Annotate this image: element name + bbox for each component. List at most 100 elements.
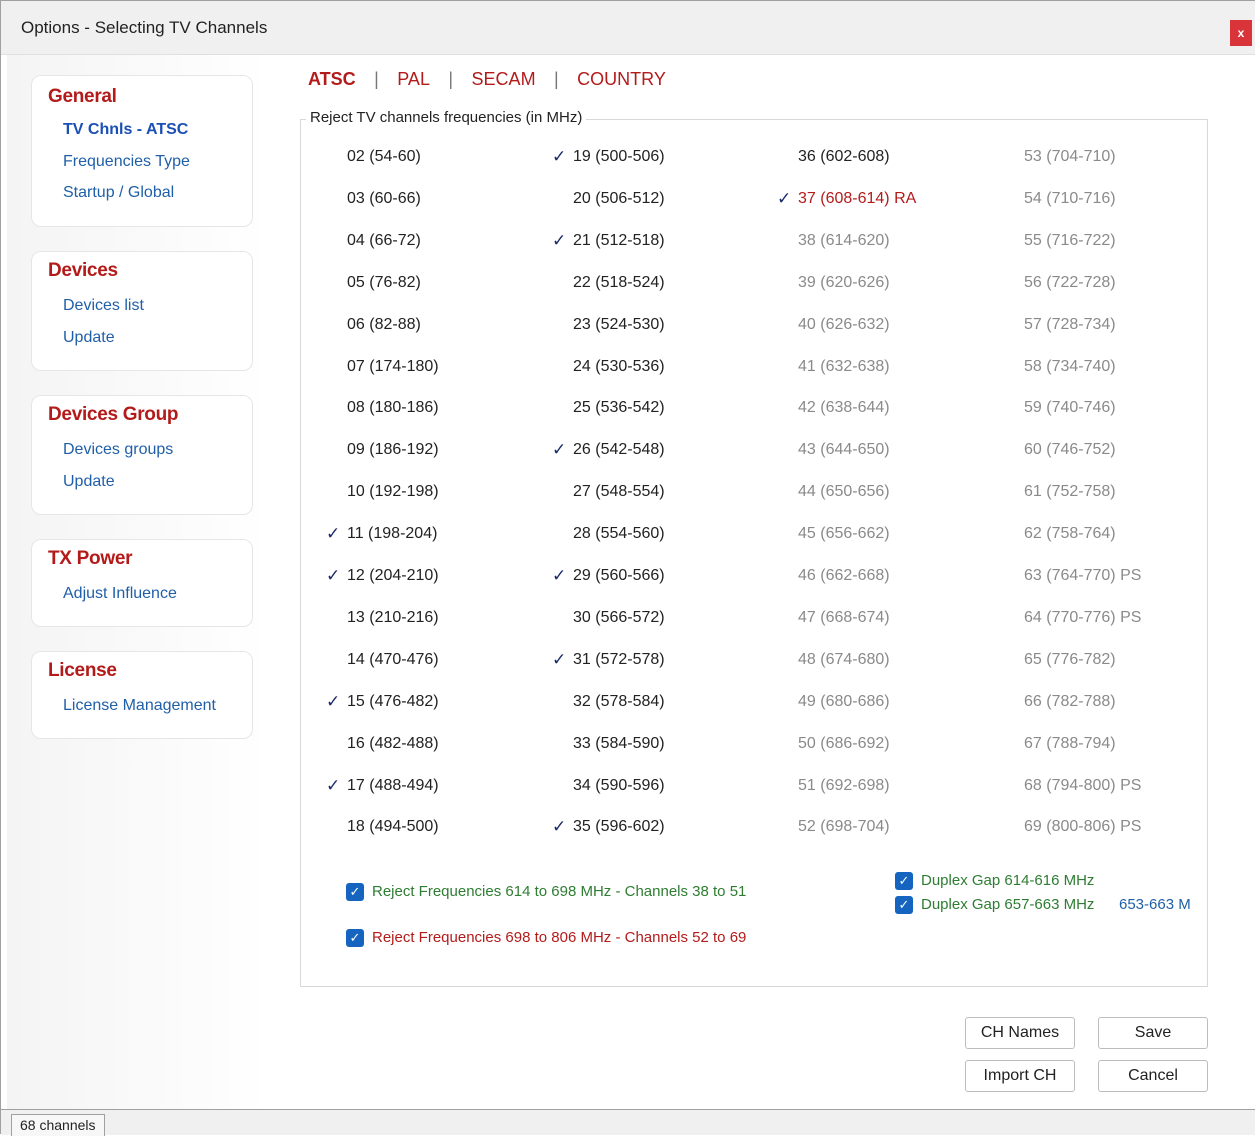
channel-item[interactable]: 02 (54-60) [347,148,421,166]
channel-item[interactable]: 46 (662-668) [798,567,890,585]
channel-item[interactable]: 28 (554-560) [573,525,665,543]
channel-item[interactable]: 67 (788-794) [1024,735,1116,753]
channel-item[interactable]: 12 (204-210) [347,567,439,585]
channel-item[interactable]: 61 (752-758) [1024,483,1116,501]
channel-item[interactable]: 40 (626-632) [798,316,890,334]
nav-item-tv-chnls-atsc[interactable]: TV Chnls - ATSC [63,121,188,139]
channel-item[interactable]: 57 (728-734) [1024,316,1116,334]
channel-item[interactable]: 07 (174-180) [347,358,439,376]
check-icon: ✓ [552,440,567,459]
channel-item[interactable]: 50 (686-692) [798,735,890,753]
channel-item[interactable]: 29 (560-566) [573,567,665,585]
channel-item[interactable]: 13 (210-216) [347,609,439,627]
channel-item[interactable]: 66 (782-788) [1024,693,1116,711]
channel-item[interactable]: 45 (656-662) [798,525,890,543]
channel-item[interactable]: 05 (76-82) [347,274,421,292]
channel-item[interactable]: 30 (566-572) [573,609,665,627]
tab-separator: | [448,69,454,89]
nav-item-license-management[interactable]: License Management [63,697,216,715]
reject-38-51-checkbox[interactable]: ✓ [346,883,364,901]
duplex-614-label: Duplex Gap 614-616 MHz [921,872,1095,889]
nav-item-frequencies-type[interactable]: Frequencies Type [63,153,190,171]
channel-item[interactable]: 42 (638-644) [798,399,890,417]
channel-item[interactable]: 48 (674-680) [798,651,890,669]
channel-item[interactable]: 44 (650-656) [798,483,890,501]
channel-item[interactable]: 43 (644-650) [798,441,890,459]
status-bar: 68 channels [1,1109,1255,1136]
channel-item[interactable]: 14 (470-476) [347,651,439,669]
duplex-657-label: Duplex Gap 657-663 MHz [921,896,1095,913]
channel-item[interactable]: 52 (698-704) [798,818,890,836]
channel-item[interactable]: 27 (548-554) [573,483,665,501]
channel-item[interactable]: 56 (722-728) [1024,274,1116,292]
nav-item-startup-global[interactable]: Startup / Global [63,184,174,202]
import-ch-button[interactable]: Import CH [965,1060,1075,1092]
nav-item-devices-groups[interactable]: Devices groups [63,441,173,459]
channel-item[interactable]: 33 (584-590) [573,735,665,753]
tab-country[interactable]: COUNTRY [577,69,666,90]
duplex-614-checkbox[interactable]: ✓ [895,872,913,890]
channel-item[interactable]: 55 (716-722) [1024,232,1116,250]
channel-item[interactable]: 20 (506-512) [573,190,665,208]
channel-item[interactable]: 63 (764-770) PS [1024,567,1141,585]
channel-item[interactable]: 23 (524-530) [573,316,665,334]
channel-item[interactable]: 31 (572-578) [573,651,665,669]
channel-item[interactable]: 54 (710-716) [1024,190,1116,208]
channel-item[interactable]: 65 (776-782) [1024,651,1116,669]
channel-item[interactable]: 35 (596-602) [573,818,665,836]
group-label: Reject TV channels frequencies (in MHz) [306,109,587,126]
channel-item[interactable]: 34 (590-596) [573,777,665,795]
channel-item[interactable]: 26 (542-548) [573,441,665,459]
channel-item[interactable]: 38 (614-620) [798,232,890,250]
channel-item[interactable]: 69 (800-806) PS [1024,818,1141,836]
tab-atsc[interactable]: ATSC [308,69,356,90]
channel-item[interactable]: 49 (680-686) [798,693,890,711]
channel-item[interactable]: 53 (704-710) [1024,148,1116,166]
channel-item[interactable]: 24 (530-536) [573,358,665,376]
channel-item[interactable]: 32 (578-584) [573,693,665,711]
reject-52-69-checkbox[interactable]: ✓ [346,929,364,947]
channel-item[interactable]: 15 (476-482) [347,693,439,711]
channel-item[interactable]: 19 (500-506) [573,148,665,166]
channel-item[interactable]: 04 (66-72) [347,232,421,250]
channel-item[interactable]: 64 (770-776) PS [1024,609,1141,627]
channel-item[interactable]: 36 (602-608) [798,148,890,166]
check-icon: ✓ [326,524,341,543]
nav-item-devices-update[interactable]: Update [63,329,115,347]
channel-item[interactable]: 18 (494-500) [347,818,439,836]
duplex-657-extra[interactable]: 653-663 M [1119,896,1191,913]
nav-heading-license: License [48,660,117,681]
close-button[interactable]: x [1230,20,1252,46]
channel-item[interactable]: 51 (692-698) [798,777,890,795]
nav-item-adjust-influence[interactable]: Adjust Influence [63,585,177,603]
channel-item[interactable]: 11 (198-204) [347,525,437,543]
channel-item[interactable]: 37 (608-614) RA [798,190,916,208]
channel-item[interactable]: 68 (794-800) PS [1024,777,1141,795]
channel-item[interactable]: 17 (488-494) [347,777,439,795]
ch-names-button[interactable]: CH Names [965,1017,1075,1049]
cancel-button[interactable]: Cancel [1098,1060,1208,1092]
channel-item[interactable]: 60 (746-752) [1024,441,1116,459]
channel-item[interactable]: 41 (632-638) [798,358,890,376]
nav-item-devices-group-update[interactable]: Update [63,473,115,491]
channel-item[interactable]: 22 (518-524) [573,274,665,292]
channel-item[interactable]: 39 (620-626) [798,274,890,292]
channel-item[interactable]: 03 (60-66) [347,190,421,208]
channel-item[interactable]: 62 (758-764) [1024,525,1116,543]
channel-item[interactable]: 21 (512-518) [573,232,665,250]
channel-item[interactable]: 58 (734-740) [1024,358,1116,376]
tab-pal[interactable]: PAL [397,69,430,90]
channel-item[interactable]: 10 (192-198) [347,483,439,501]
channel-item[interactable]: 09 (186-192) [347,441,439,459]
tab-secam[interactable]: SECAM [472,69,536,90]
channel-item[interactable]: 06 (82-88) [347,316,421,334]
duplex-657-checkbox[interactable]: ✓ [895,896,913,914]
nav-item-devices-list[interactable]: Devices list [63,297,144,315]
channel-item[interactable]: 08 (180-186) [347,399,439,417]
channel-item[interactable]: 25 (536-542) [573,399,665,417]
save-button[interactable]: Save [1098,1017,1208,1049]
channel-item[interactable]: 59 (740-746) [1024,399,1116,417]
channel-item[interactable]: 16 (482-488) [347,735,439,753]
check-icon: ✓ [552,566,567,585]
channel-item[interactable]: 47 (668-674) [798,609,890,627]
